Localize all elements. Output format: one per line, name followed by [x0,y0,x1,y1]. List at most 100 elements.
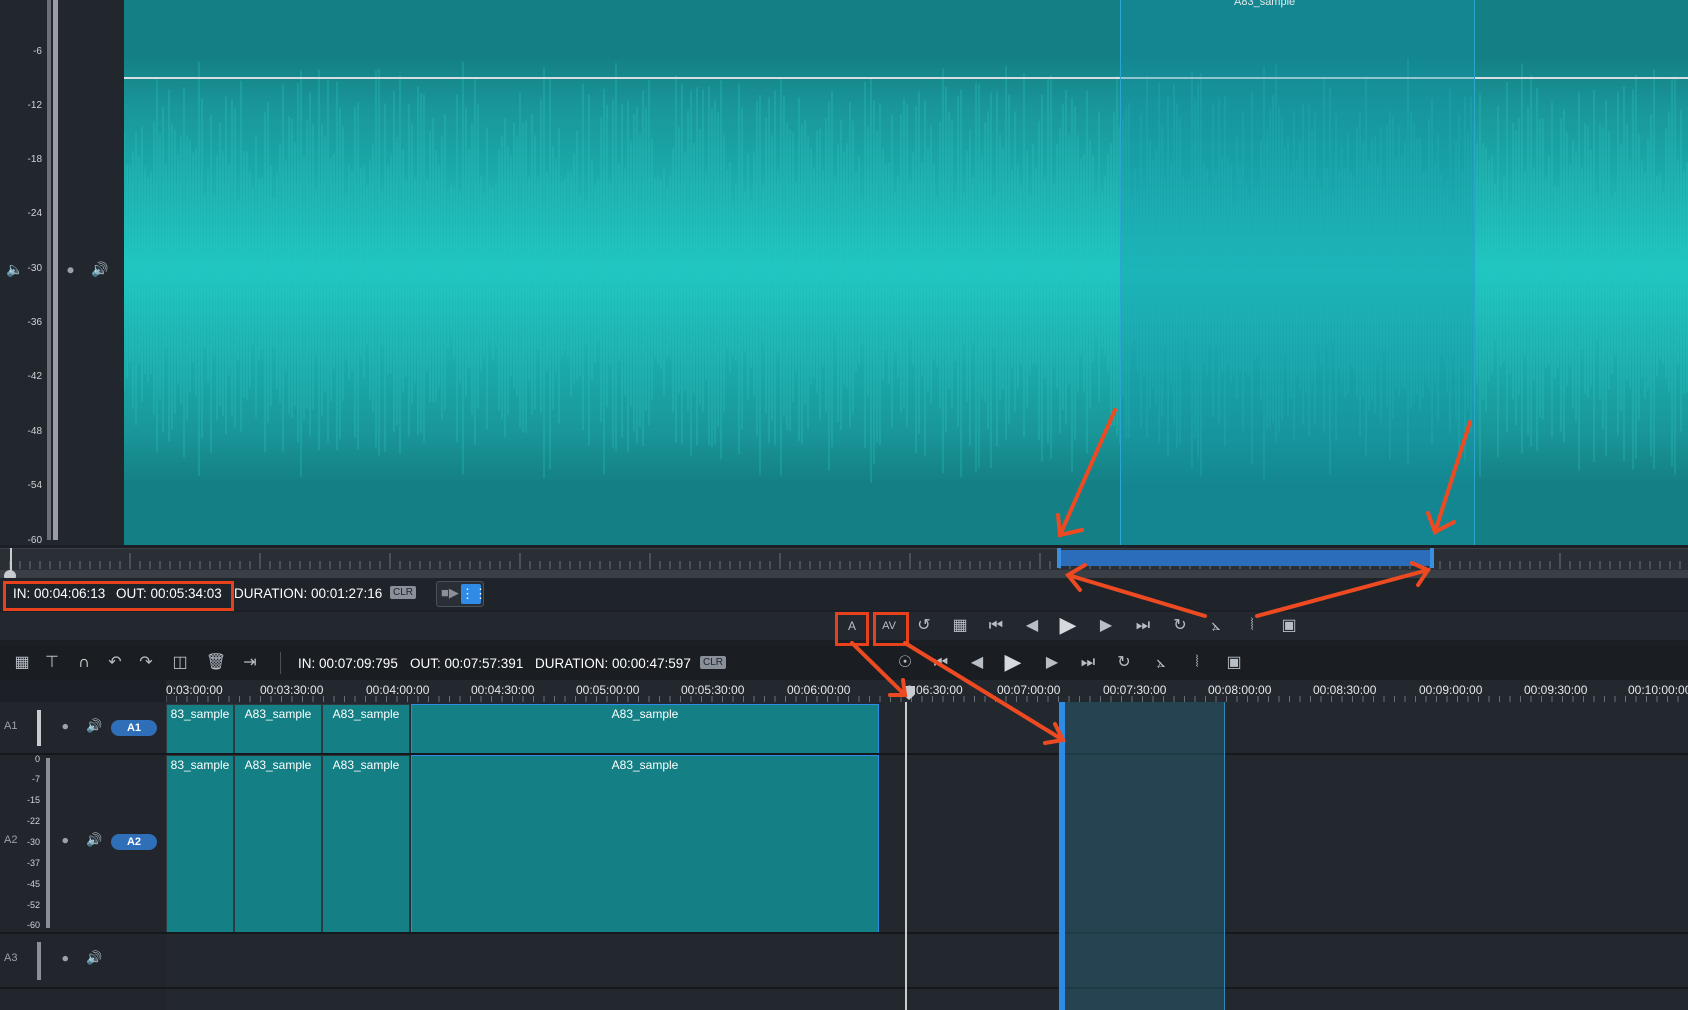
go-to-end-icon[interactable]: ⏭ [1131,614,1155,638]
go-to-start-icon[interactable]: ⏮ [984,614,1008,638]
solo-icon[interactable]: ⦁ [67,261,74,278]
db-tick: -48 [27,426,42,437]
viewer-time-ruler[interactable] [0,548,1688,571]
speaker-icon[interactable]: 🔊 [86,832,102,848]
waveform-display[interactable]: A83_sample [124,0,1688,545]
track-divider [0,987,1688,989]
out-handle[interactable] [1430,548,1434,568]
track-a2-target-button[interactable]: A2 [111,834,157,850]
clip-title: 83_sample [170,707,230,721]
db-tick: -15 [26,795,40,805]
snapshot-icon[interactable]: ▣ [1277,614,1301,638]
duration-timecode: DURATION: 00:01:27:16 [234,586,383,601]
insert-av-button[interactable]: AV [877,614,901,638]
clip[interactable]: 83_sample [166,755,234,933]
clip[interactable]: A83_sample [234,755,322,933]
loop-icon[interactable]: ↻ [1168,614,1192,638]
db-tick: -42 [27,371,42,382]
record-icon[interactable]: ☉ [893,651,917,675]
playhead-handle[interactable] [6,548,16,572]
clear-in-out-button[interactable]: CLR [390,586,417,599]
timeline-play-icon[interactable]: ▶ [1001,650,1025,674]
db-tick: -30 [27,263,42,274]
audio-waveform-icon[interactable]: ⋮⋮ [461,584,487,604]
video-camera-icon[interactable]: ■▶ [441,585,459,601]
timeline-in-timecode[interactable]: IN: 00:07:09:795 [298,656,398,671]
timeline-toolbar: ▦ ⊤ ∩ ↶ ↷ ◫ 🗑 ⇥ IN: 00:07:09:795 OUT: 00… [0,646,1688,680]
timeline-playhead[interactable] [905,702,907,1010]
selection-range[interactable] [1120,0,1475,545]
split-icon[interactable]: ◫ [168,651,192,675]
timeline-step-back-icon[interactable]: ◀ [965,651,989,675]
timeline-selection-range[interactable] [1062,702,1225,1010]
solo-icon[interactable]: ⦁ [62,718,69,734]
out-timecode[interactable]: OUT: 00:05:34:03 [116,586,222,601]
db-tick: -6 [33,46,42,57]
level-meter-right [53,0,58,540]
clip[interactable]: A83_sample [322,755,410,933]
timeline-go-end-icon[interactable]: ⏭ [1076,651,1100,675]
step-forward-icon[interactable]: ▶ [1094,614,1118,638]
magnet-snap-icon[interactable]: ∩ [72,651,96,675]
play-icon[interactable]: ▶ [1056,613,1080,637]
db-tick: -45 [26,879,40,889]
db-tick: -12 [27,100,42,111]
clip-selected[interactable]: A83_sample [411,755,879,933]
speaker-icon[interactable]: 🔊 [86,718,102,734]
delete-icon[interactable]: 🗑 [204,651,228,675]
step-back-icon[interactable]: ◀ [1020,614,1044,638]
clip-title: A83_sample [332,758,400,772]
mark-out-icon[interactable]: ⦚ [1240,614,1264,638]
db-tick: 0 [34,754,40,764]
track-divider [0,932,1688,934]
db-tick: -24 [27,208,42,219]
track-headers: A1 ⦁ 🔊 A1 A2 0 -7 -15 -22 -30 -37 -45 -5… [0,702,166,1010]
clip-title: 83_sample [170,758,230,772]
db-tick: -54 [27,480,42,491]
clip-title: A83_sample [611,707,679,721]
track-a1-target-button[interactable]: A1 [111,720,157,736]
db-tick: -52 [26,900,40,910]
timeline-mark-out-icon[interactable]: ⦚ [1185,651,1209,675]
add-marker-icon[interactable]: ▦ [948,614,972,638]
track-a2-meter [46,758,50,928]
timeline-step-forward-icon[interactable]: ▶ [1040,651,1064,675]
timeline-snapshot-icon[interactable]: ▣ [1222,651,1246,675]
timeline-tracks: 83_sample A83_sample A83_sample A83_samp… [0,702,1688,1010]
insert-audio-button[interactable]: A [840,614,864,638]
clip[interactable]: 83_sample [166,704,234,754]
scrub-bar[interactable] [0,570,1688,578]
redo-icon[interactable]: ↷ [134,651,158,675]
clip[interactable]: A83_sample [234,704,322,754]
in-handle[interactable] [1057,548,1061,568]
level-meter-left [47,0,51,540]
ripple-icon[interactable]: ⊤ [40,651,64,675]
timeline-ruler[interactable]: 0:03:00:00 00:03:30:00 00:04:00:00 00:04… [166,680,1688,702]
solo-icon[interactable]: ⦁ [62,950,69,966]
clip-selected[interactable]: A83_sample [411,704,879,754]
speaker-icon[interactable]: 🔊 [86,950,102,966]
timeline-in-marker[interactable] [1059,702,1065,1010]
in-out-range-bar[interactable] [1058,550,1432,566]
ripple-delete-icon[interactable]: ⇥ [238,651,262,675]
timeline-loop-icon[interactable]: ↻ [1112,651,1136,675]
add-track-icon[interactable]: ▦ [10,651,34,675]
db-tick: -60 [26,920,40,930]
timeline-go-start-icon[interactable]: ⏮ [929,651,953,675]
timeline-clear-button[interactable]: CLR [700,656,727,669]
speaker-icon[interactable]: 🔊 [91,261,108,278]
timeline-mark-in-icon[interactable]: ⦛ [1149,651,1173,675]
timeline-out-timecode[interactable]: OUT: 00:07:57:391 [410,656,523,671]
clip-title: A83_sample [611,758,679,772]
in-timecode[interactable]: IN: 00:04:06:13 [13,586,105,601]
solo-icon[interactable]: ⦁ [62,832,69,848]
clip[interactable]: A83_sample [322,704,410,754]
undo-icon[interactable]: ↶ [103,651,127,675]
db-tick: -36 [27,317,42,328]
track-a2-db-scale: 0 -7 -15 -22 -30 -37 -45 -52 -60 [20,754,42,930]
track-a3-meter [37,942,41,980]
overwrite-icon[interactable]: ↺ [912,614,936,638]
clip-name-label: A83_sample [1234,0,1296,8]
mark-in-icon[interactable]: ⦛ [1204,614,1228,638]
mute-icon[interactable]: 🔈 [6,261,23,278]
